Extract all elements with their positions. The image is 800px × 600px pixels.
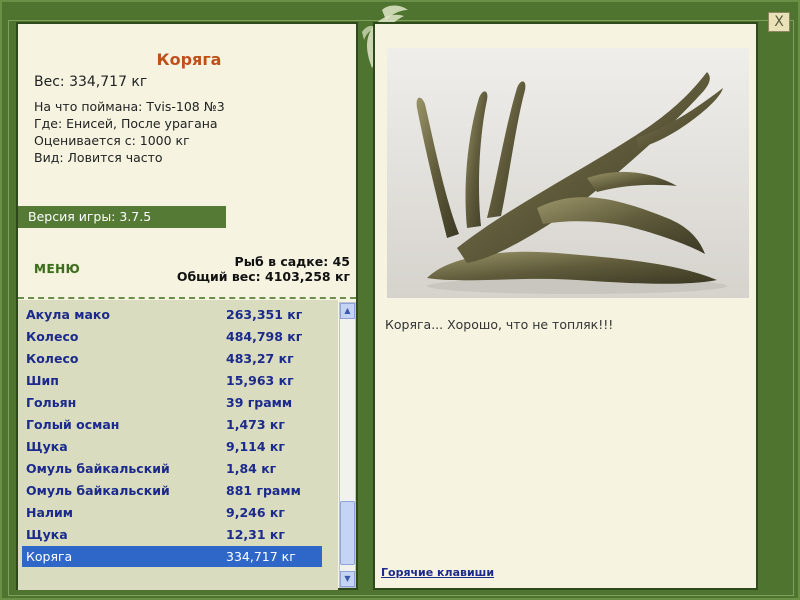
catch-location: Где: Енисей, После урагана: [34, 116, 218, 131]
list-item[interactable]: Налим 9,246 кг: [22, 502, 322, 523]
caught-with: На что поймана: Tvis-108 №3: [34, 99, 225, 114]
list-item[interactable]: Щука 9,114 кг: [22, 436, 322, 457]
fish-details: На что поймана: Tvis-108 №3 Где: Енисей,…: [34, 98, 225, 166]
list-item[interactable]: Акула мако 263,351 кг: [22, 304, 322, 325]
list-item[interactable]: Щука 12,31 кг: [22, 524, 322, 545]
catch-list-scrollbar[interactable]: ▲ ▼: [339, 302, 356, 588]
fish-count: Рыб в садке: 45: [234, 254, 350, 269]
fish-description: Коряга... Хорошо, что не топляк!!!: [385, 317, 614, 332]
list-item[interactable]: Гольян 39 грамм: [22, 392, 322, 413]
catch-frequency: Вид: Ловится часто: [34, 150, 163, 165]
list-item-selected[interactable]: Коряга 334,717 кг: [22, 546, 322, 567]
fish-photo-panel: Коряга... Хорошо, что не топляк!!! Горяч…: [373, 22, 758, 590]
list-item[interactable]: Омуль байкальский 1,84 кг: [22, 458, 322, 479]
list-item[interactable]: Колесо 484,798 кг: [22, 326, 322, 347]
total-weight: Общий вес: 4103,258 кг: [176, 269, 350, 284]
version-bar: Версия игры: 3.7.5: [18, 206, 226, 228]
fish-info-panel: Коряга Вес: 334,717 кг На что поймана: T…: [16, 22, 358, 590]
hotkeys-link[interactable]: Горячие клавиши: [381, 566, 494, 579]
scroll-up-icon[interactable]: ▲: [340, 303, 355, 319]
list-item[interactable]: Омуль байкальский 881 грамм: [22, 480, 322, 501]
list-item[interactable]: Шип 15,963 кг: [22, 370, 322, 391]
fish-title: Коряга: [156, 50, 222, 69]
close-button[interactable]: X: [768, 12, 790, 32]
menu-button[interactable]: МЕНЮ: [34, 262, 80, 276]
list-item[interactable]: Колесо 483,27 кг: [22, 348, 322, 369]
scroll-down-icon[interactable]: ▼: [340, 571, 355, 587]
divider: [18, 297, 356, 299]
valued-from: Оценивается с: 1000 кг: [34, 133, 190, 148]
catch-list: Акула мако 263,351 кг Колесо 484,798 кг …: [18, 300, 338, 590]
keepnet-stats: Рыб в садке: 45 Общий вес: 4103,258 кг: [177, 254, 350, 284]
scroll-thumb[interactable]: [340, 501, 355, 565]
list-item[interactable]: Голый осман 1,473 кг: [22, 414, 322, 435]
fish-weight: Вес: 334,717 кг: [34, 74, 148, 90]
driftwood-image: [387, 48, 749, 298]
